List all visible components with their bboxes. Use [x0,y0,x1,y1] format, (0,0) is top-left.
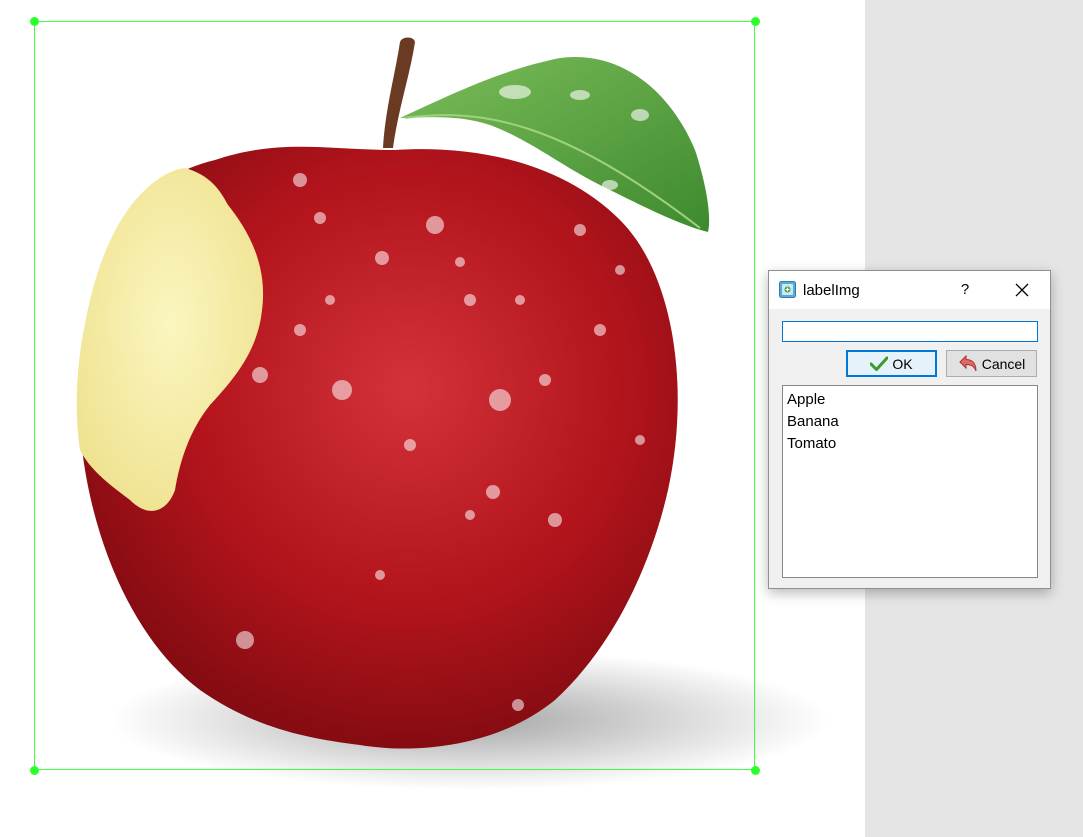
ok-button[interactable]: OK [846,350,937,377]
close-button[interactable] [1005,271,1039,309]
list-item[interactable]: Banana [783,411,1037,433]
label-input[interactable] [782,321,1038,342]
cancel-label: Cancel [981,355,1026,372]
bbox-handle-top-left[interactable] [30,17,39,26]
cancel-button[interactable]: Cancel [946,350,1037,377]
checkmark-icon [870,356,889,371]
bbox-handle-bottom-right[interactable] [751,766,760,775]
close-icon [1015,283,1029,297]
dialog-title: labelImg [803,282,860,299]
list-item[interactable]: Tomato [783,433,1037,455]
bbox-handle-top-right[interactable] [751,17,760,26]
dialog-titlebar[interactable]: labelImg ? [769,271,1050,309]
bbox-handle-bottom-left[interactable] [30,766,39,775]
ok-label: OK [892,355,913,372]
label-dialog: labelImg ? OK Cancel Apple Banana Tomato [768,270,1051,589]
bounding-box[interactable] [34,21,755,770]
image-canvas[interactable] [0,0,865,837]
undo-arrow-icon [958,354,977,371]
list-item[interactable]: Apple [783,389,1037,411]
label-list[interactable]: Apple Banana Tomato [782,385,1038,578]
help-button[interactable]: ? [949,271,981,309]
labelimg-app-icon [779,281,796,298]
